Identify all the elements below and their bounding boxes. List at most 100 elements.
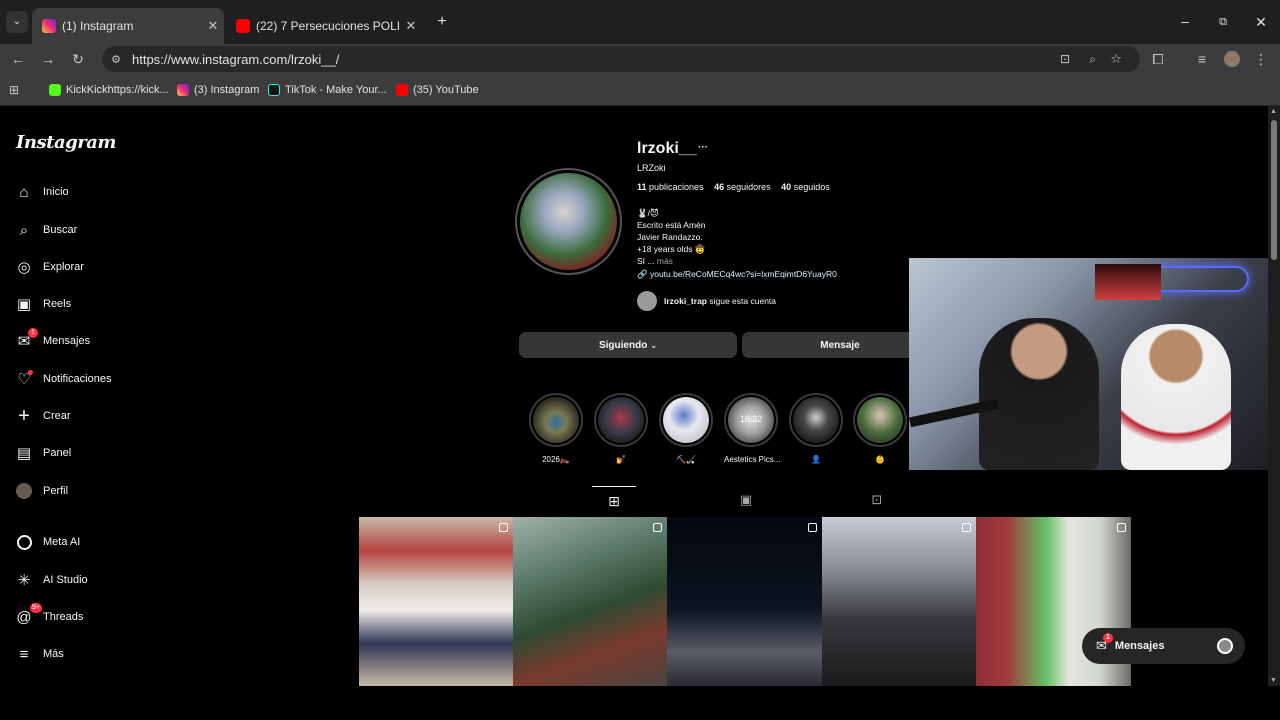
reload-icon[interactable]: ↻ [67, 44, 89, 74]
close-window-icon[interactable]: ✕ [1252, 12, 1270, 32]
sidebar-item-reels[interactable]: ▣ Reels [14, 291, 71, 317]
sidebar-item-label: Crear [43, 410, 71, 422]
chrome-menu-icon[interactable]: ⋮ [1250, 44, 1272, 74]
profile-avatar-icon[interactable] [1224, 51, 1240, 67]
page-scrollbar[interactable]: ▲ ▼ [1268, 106, 1280, 686]
sidebar-item-threads[interactable]: @9+ Threads [14, 603, 83, 630]
followed-by-username[interactable]: lrzoki_trap [664, 296, 707, 306]
sidebar-item-crear[interactable]: + Crear [14, 403, 71, 429]
webcam-overlay [909, 258, 1268, 470]
bookmark-star-icon[interactable]: ☆ [1110, 51, 1122, 67]
tab-reels[interactable]: ▣ [724, 486, 768, 517]
sidebar-item-mas[interactable]: ≡ Más [14, 641, 64, 667]
plus-icon: + [18, 404, 30, 427]
bio-line: +18 years olds 🤠 [637, 244, 706, 254]
tab-tagged[interactable]: ⊡ [855, 486, 899, 517]
highlight-item[interactable]: 💅 [594, 393, 648, 464]
sidebar-item-buscar[interactable]: ⌕ Buscar [14, 217, 77, 243]
bookmark-tiktok[interactable]: TikTok - Make Your... [268, 74, 387, 106]
sidebar-item-explorar[interactable]: ◎ Explorar [14, 254, 84, 280]
media-controls-icon[interactable]: ≡ [1191, 44, 1213, 74]
sidebar-item-label: Reels [43, 298, 72, 310]
bio-more-link[interactable]: más [657, 256, 673, 266]
tab-youtube[interactable]: (22) 7 Persecuciones POLICIALE ✕ [226, 8, 422, 44]
following-label: seguidos [793, 182, 830, 192]
highlight-item[interactable]: 👤 [789, 393, 843, 464]
bookmark-instagram[interactable]: (3) Instagram [177, 74, 259, 106]
back-icon[interactable]: ← [7, 44, 29, 74]
sidebar-item-meta-ai[interactable]: Meta AI [14, 529, 80, 555]
bookmark-youtube[interactable]: (35) YouTube [396, 74, 479, 106]
install-app-icon[interactable]: ⊡ [1060, 52, 1070, 66]
scroll-down-arrow[interactable]: ▼ [1270, 677, 1277, 684]
followers-stat[interactable]: 46 seguidores [714, 182, 771, 192]
instagram-logo[interactable]: Instagram [16, 132, 116, 153]
profile-options-icon[interactable]: ··· [698, 142, 708, 153]
zoom-icon[interactable]: ⌕ [1089, 52, 1096, 67]
scroll-up-arrow[interactable]: ▲ [1270, 108, 1277, 115]
profile-stats: 11 publicaciones 46 seguidores 40 seguid… [637, 182, 830, 192]
reels-icon: ▣ [739, 492, 753, 507]
restore-icon[interactable]: ⧉ [1214, 12, 1232, 32]
tab-title: (22) 7 Persecuciones POLICIALE [256, 19, 400, 33]
link-icon: 🔗 [637, 269, 648, 279]
highlight-label: ⛏️🏑 [676, 455, 696, 464]
sidebar-item-ai-studio[interactable]: ✳ AI Studio [14, 567, 88, 593]
messenger-icon: ✉ 1 [14, 328, 38, 351]
post-thumbnail[interactable] [359, 517, 513, 686]
address-bar[interactable]: ⚙ https://www.instagram.com/lrzoki__/ ⊡ … [102, 46, 1140, 72]
apps-grid-icon[interactable]: ⊞ [9, 83, 23, 97]
post-thumbnail[interactable] [667, 517, 822, 686]
sidebar-item-label: Perfil [43, 485, 69, 497]
bookmark-kick[interactable]: KickKickhttps://kick... [49, 74, 169, 106]
followed-by[interactable]: lrzoki_trap sigue esta cuenta [637, 291, 776, 311]
profile-link-text[interactable]: youtu.be/ReCoMECq4wc?si=lxmEqimtD6YuayR0 [650, 269, 837, 279]
sidebar-item-label: Panel [43, 447, 72, 459]
following-stat[interactable]: 40 seguidos [781, 182, 830, 192]
extensions-icon[interactable]: ⧠ [1147, 44, 1169, 74]
scrollbar-thumb[interactable] [1271, 120, 1277, 260]
browser-tab-bar: ⌄ (1) Instagram ✕ (22) 7 Persecuciones P… [0, 0, 1280, 44]
forward-icon[interactable]: → [37, 44, 59, 74]
post-thumbnail[interactable] [822, 517, 976, 686]
reels-icon: ▣ [16, 296, 32, 313]
tab-instagram[interactable]: (1) Instagram ✕ [32, 8, 224, 44]
highlight-cover [533, 397, 579, 443]
sidebar-item-inicio[interactable]: ⌂ Inicio [14, 179, 68, 205]
sidebar-item-label: Buscar [43, 224, 78, 236]
chevron-down-icon: ⌄ [650, 340, 658, 350]
bookmark-label: TikTok - Make Your... [285, 84, 387, 96]
highlight-item[interactable]: 👶 [853, 393, 907, 464]
following-button[interactable]: Siguiendo ⌄ [519, 332, 737, 358]
tab-search-button[interactable]: ⌄ [6, 11, 28, 33]
messages-label: Mensajes [1114, 640, 1165, 652]
highlight-cover [793, 397, 839, 443]
message-button-label: Mensaje [820, 339, 860, 351]
profile-link[interactable]: 🔗 youtu.be/ReCoMECq4wc?si=lxmEqimtD6Yuay… [637, 269, 837, 280]
close-tab-icon[interactable]: ✕ [202, 18, 224, 34]
tab-title: (1) Instagram [62, 19, 134, 33]
bio-line: SI ... más [637, 255, 706, 267]
new-tab-button[interactable]: + [432, 12, 452, 32]
highlight-item[interactable]: ⛏️🏑 [659, 393, 713, 464]
minimize-icon[interactable]: – [1176, 12, 1194, 32]
tab-posts[interactable]: ⊞ [592, 486, 636, 517]
sidebar-item-label: Mensajes [43, 335, 91, 347]
messages-floating-button[interactable]: ✉ 1 Mensajes [1082, 628, 1245, 664]
posts-stat: 11 publicaciones [637, 182, 704, 192]
post-thumbnail[interactable] [513, 517, 667, 686]
close-tab-icon[interactable]: ✕ [400, 18, 422, 34]
sidebar-item-notificaciones[interactable]: ♡ Notificaciones [14, 366, 111, 392]
sidebar-item-perfil[interactable]: Perfil [14, 478, 68, 504]
sidebar-item-panel[interactable]: ▤ Panel [14, 440, 71, 466]
meta-ai-icon [14, 532, 34, 552]
profile-avatar[interactable] [515, 168, 622, 275]
highlight-item[interactable]: 16:32 Aestetics Pics... [724, 393, 780, 464]
highlight-label: 👤 [811, 455, 821, 464]
site-settings-icon[interactable]: ⚙ [104, 53, 128, 66]
highlight-item[interactable]: 2026🏍️ [529, 393, 583, 464]
sidebar-item-mensajes[interactable]: ✉ 1 Mensajes [14, 328, 90, 354]
url-text[interactable]: https://www.instagram.com/lrzoki__/ [132, 52, 339, 67]
follower-avatar [637, 291, 657, 311]
bio-line: Escrito está Amén [637, 220, 706, 230]
